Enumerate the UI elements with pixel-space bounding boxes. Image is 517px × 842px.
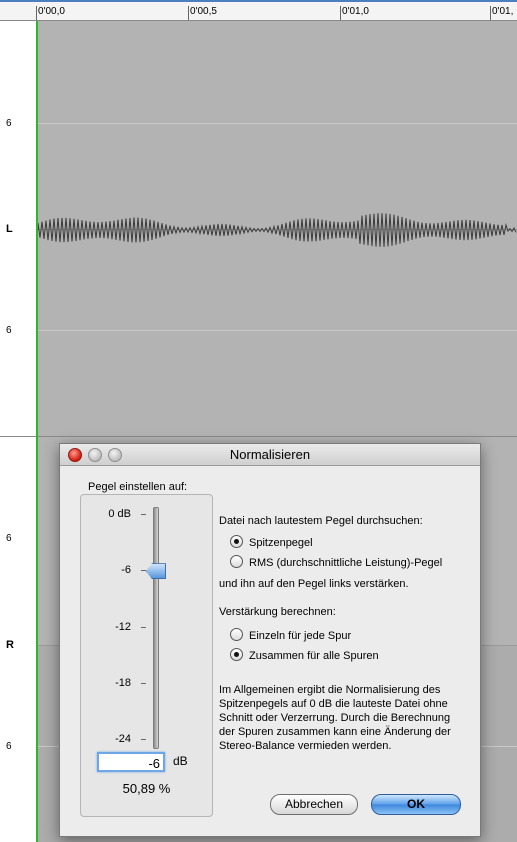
track-separator — [0, 436, 517, 437]
scale-tick — [141, 683, 146, 684]
radio-button[interactable] — [230, 628, 243, 641]
ruler-tick — [188, 6, 189, 20]
level-slider-thumb[interactable] — [146, 563, 166, 580]
ruler-tick — [36, 6, 37, 20]
percent-readout: 50,89 % — [122, 781, 171, 796]
playhead[interactable] — [36, 21, 38, 842]
ruler-top-line — [0, 0, 517, 2]
radio-button-selected[interactable] — [230, 535, 243, 548]
dialog-titlebar[interactable]: Normalisieren — [60, 444, 480, 466]
channel-label-right: R — [6, 639, 14, 651]
scale-label: -6 — [121, 564, 131, 576]
ruler-label: 0'01,0 — [342, 6, 369, 17]
ruler-label: 0'01, — [492, 6, 514, 17]
dialog-title: Normalisieren — [229, 447, 311, 462]
scale-label: -18 — [115, 677, 131, 689]
channel-label-left: L — [6, 223, 13, 235]
radio-button[interactable] — [230, 555, 243, 568]
ok-button[interactable]: OK — [371, 794, 461, 815]
radio-label: RMS (durchschnittliche Leistung)-Pegel — [249, 557, 443, 569]
scan-heading: Datei nach lautestem Pegel durchsuchen: — [219, 515, 423, 527]
scale-label-right-bottom: 6 — [6, 741, 12, 752]
info-text: Im Allgemeinen ergibt die Normalisierung… — [219, 684, 451, 752]
amplify-note: und ihn auf den Pegel links verstärken. — [219, 578, 409, 590]
radio-together[interactable]: Zusammen für alle Spuren — [230, 648, 379, 662]
scale-tick — [141, 514, 146, 515]
grid-line — [38, 123, 517, 124]
scale-tick — [141, 739, 146, 740]
scale-label-right-top: 6 — [6, 533, 12, 544]
normalize-dialog: Normalisieren 0 dB -6 -12 -18 -24 -6 dB … — [59, 443, 481, 837]
radio-label: Einzeln für jede Spur — [249, 630, 352, 642]
radio-label: Spitzenpegel — [249, 537, 313, 549]
scale-tick — [141, 627, 146, 628]
grid-line — [38, 330, 517, 331]
db-unit-label: dB — [173, 754, 188, 768]
scale-label-left-top: 6 — [6, 118, 12, 129]
ruler-tick — [340, 6, 341, 20]
scale-label: -24 — [115, 733, 131, 745]
scale-label-left-bottom: 6 — [6, 325, 12, 336]
track-gutter — [0, 21, 37, 842]
radio-rms[interactable]: RMS (durchschnittliche Leistung)-Pegel — [230, 555, 442, 569]
scale-tick — [141, 570, 146, 571]
radio-button-selected[interactable] — [230, 648, 243, 661]
gain-heading: Verstärkung berechnen: — [219, 606, 336, 618]
radio-peak[interactable]: Spitzenpegel — [230, 535, 313, 549]
scale-label: -12 — [115, 621, 131, 633]
level-slider-track[interactable] — [153, 507, 159, 749]
ruler-label: 0'00,0 — [38, 6, 65, 17]
radio-individual[interactable]: Einzeln für jede Spur — [230, 628, 351, 642]
ruler-label: 0'00,5 — [190, 6, 217, 17]
scale-label: 0 dB — [108, 508, 131, 520]
db-value-field[interactable]: -6 — [97, 752, 165, 772]
time-ruler[interactable]: 0'00,0 0'00,5 0'01,0 0'01, — [0, 0, 517, 21]
level-group: 0 dB -6 -12 -18 -24 -6 dB 50,89 % — [80, 494, 213, 817]
level-caption: Pegel einstellen auf: — [86, 481, 190, 493]
ruler-tick — [490, 6, 491, 20]
waveform-left — [38, 213, 517, 247]
cancel-button[interactable]: Abbrechen — [270, 794, 358, 815]
radio-label: Zusammen für alle Spuren — [249, 650, 379, 662]
